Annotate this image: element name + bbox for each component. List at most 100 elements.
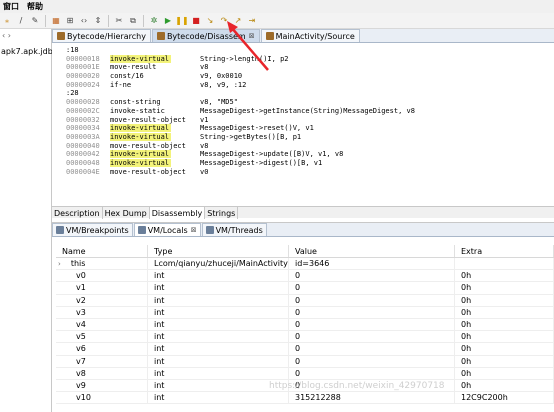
opcode: invoke-static [110, 106, 165, 115]
edit-comment-icon[interactable]: ✎ [30, 15, 41, 26]
table-row[interactable]: v8 int 0 0h [56, 367, 554, 380]
tab-vm-locals[interactable]: VM/Locals ⊠ [133, 223, 201, 236]
opcode-cell: if-ne [110, 81, 200, 90]
code-line[interactable]: 0000003A invoke-virtual String->getBytes()… [66, 132, 552, 142]
operands: v8 [200, 63, 209, 72]
cell-extra: 0h [455, 306, 554, 318]
operands: v8 [200, 141, 209, 150]
code-line[interactable]: 0000001E move-result v8 [66, 63, 552, 72]
code-line[interactable]: 00000032 move-result-object v1 [66, 116, 552, 125]
column-header-extra[interactable]: Extra [455, 245, 554, 257]
stop-icon[interactable]: ■ [191, 15, 202, 26]
threads-icon [205, 226, 214, 234]
code-line[interactable]: 00000042 invoke-virtual MessageDigest->upd… [66, 150, 552, 159]
tab-mainactivity-source[interactable]: MainActivity/Source [260, 29, 360, 42]
column-header-name[interactable]: Name [56, 245, 148, 257]
code-line[interactable]: 00000040 move-result-object v8 [66, 142, 552, 151]
code-address: 00000048 [66, 158, 100, 167]
tab-description[interactable]: Description [52, 207, 103, 219]
cut-icon[interactable]: ✂ [114, 15, 125, 26]
pause-icon[interactable]: ❚❚ [175, 15, 188, 26]
code-line[interactable]: 00000018 invoke-virtual String->length()I,… [66, 54, 552, 64]
step-into-icon[interactable]: ↘ [205, 15, 216, 26]
table-row[interactable]: v4 int 0 0h [56, 318, 554, 332]
operands: MessageDigest->digest()[B, v1 [200, 158, 323, 167]
tab-bytecode-hierarchy[interactable]: Bytecode/Hierarchy [52, 29, 151, 42]
close-icon[interactable]: ⊠ [191, 226, 197, 234]
cell-name: v10 [56, 392, 148, 404]
cell-value: 0 [289, 306, 455, 318]
column-header-value[interactable]: Value [289, 245, 455, 257]
code-line[interactable]: 0000002C invoke-static MessageDigest->getI… [66, 107, 552, 116]
pin-icon[interactable]: ⁎ [2, 15, 13, 26]
cell-type: int [148, 343, 289, 355]
tab-strings[interactable]: Strings [205, 207, 239, 219]
operands: v1 [200, 115, 209, 124]
cell-name: v0 [56, 270, 148, 282]
hierarchy-icon[interactable]: ⊞ [65, 15, 76, 26]
cell-name: v6 [56, 343, 148, 355]
chevron-right-icon[interactable]: › [58, 260, 61, 268]
code-address: 0000001E [66, 63, 100, 72]
opcode-cell: invoke-static [110, 107, 200, 116]
code-line[interactable]: :18 [66, 46, 552, 55]
table-row[interactable]: v0 int 0 0h [56, 270, 554, 283]
code-tags-icon[interactable]: ‹› [79, 15, 90, 26]
table-row[interactable]: v6 int 0 0h [56, 343, 554, 356]
code-line[interactable]: 00000024 if-ne v8, v9, :12 [66, 81, 552, 90]
edit-icon[interactable]: / [16, 15, 27, 26]
scroll-arrows-icon[interactable]: ‹ › [2, 31, 11, 40]
tab-bytecode-disassembly[interactable]: Bytecode/Disassem ⊠ [151, 29, 260, 42]
table-row[interactable]: › this Lcom/qianyu/zhuceji/MainActivity; id… [56, 258, 554, 271]
cell-extra: 0h [455, 282, 554, 294]
opcode: invoke-virtual [110, 54, 172, 63]
opcode-cell: const-string [110, 98, 200, 107]
step-return-icon[interactable]: ↗ [233, 15, 244, 26]
table-row[interactable]: v5 int 0 0h [56, 331, 554, 344]
run-icon[interactable]: ▶ [163, 15, 174, 26]
code-address: 00000024 [66, 80, 100, 89]
run-to-line-icon[interactable]: ⇥ [247, 15, 258, 26]
bytecode-icon [156, 32, 165, 40]
project-item[interactable]: apk7.apk.jdb [1, 47, 53, 56]
opcode-cell: const/16 [110, 72, 200, 81]
code-line[interactable]: 00000028 const-string v8, "MD5" [66, 98, 552, 107]
code-address: 00000042 [66, 150, 100, 159]
cell-value: 0 [289, 367, 455, 379]
code-line[interactable]: 0000004E move-result-object v0 [66, 168, 552, 177]
close-icon[interactable]: ⊠ [249, 32, 255, 40]
code-line[interactable]: 00000034 invoke-virtual MessageDigest->res… [66, 124, 552, 133]
step-over-icon[interactable]: ↷ [219, 15, 230, 26]
table-row[interactable]: v1 int 0 0h [56, 282, 554, 295]
copy-icon[interactable]: ⧉ [128, 15, 139, 26]
code-line[interactable]: :28 [66, 89, 552, 98]
editor-view-tabs: Description Hex Dump Disassembly Strings [52, 206, 554, 219]
disassembly-code[interactable]: :18 00000018 invoke-virtual String->length(… [66, 46, 552, 204]
table-row[interactable]: v7 int 0 0h [56, 355, 554, 368]
menu-help[interactable]: 帮助 [27, 1, 43, 12]
toolbar-separator [108, 14, 109, 27]
table-row[interactable]: v10 int 315212288 12C9C200h [56, 392, 554, 405]
menu-window[interactable]: 窗口 [3, 1, 19, 12]
menu-bar: 窗口 帮助 [0, 0, 554, 13]
tab-vm-threads[interactable]: VM/Threads [201, 223, 267, 236]
nav-icon[interactable]: ⇕ [93, 15, 104, 26]
table-row[interactable]: v3 int 0 0h [56, 306, 554, 319]
table-row[interactable]: v2 int 0 0h [56, 294, 554, 307]
operands: v8, "MD5" [200, 98, 238, 107]
code-line[interactable]: 00000048 invoke-virtual MessageDigest->dig… [66, 158, 552, 168]
cell-extra: 0h [455, 379, 554, 392]
operands: v8, v9, :12 [200, 80, 247, 89]
operands: v0 [200, 167, 209, 176]
debug-icon[interactable]: ✲ [149, 15, 160, 26]
tab-disassembly[interactable]: Disassembly [149, 207, 206, 219]
tab-vm-breakpoints[interactable]: VM/Breakpoints [52, 223, 133, 236]
tab-hex-dump[interactable]: Hex Dump [103, 207, 150, 219]
column-header-type[interactable]: Type [148, 245, 289, 257]
code-line[interactable]: 00000020 const/16 v9, 0x0010 [66, 72, 552, 81]
grid-icon[interactable]: ▦ [51, 15, 62, 26]
opcode: const-string [110, 98, 161, 107]
variable-name: v6 [76, 344, 86, 354]
code-address: 0000004E [66, 167, 100, 176]
cell-name: v9 [56, 379, 148, 392]
